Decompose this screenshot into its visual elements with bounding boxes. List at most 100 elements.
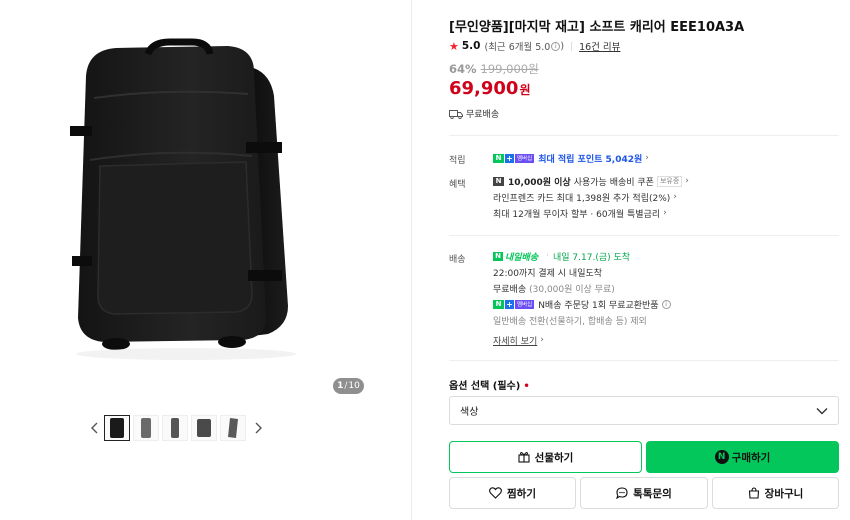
color-select[interactable]: 색상 bbox=[449, 396, 839, 425]
cart-button[interactable]: 장바구니 bbox=[712, 477, 839, 509]
thumb-next-button[interactable] bbox=[249, 414, 267, 442]
thumb-image bbox=[197, 419, 211, 437]
benefit-label: 혜택 bbox=[449, 180, 466, 190]
point-line[interactable]: N + 멤버십 최대 적립 포인트 5,042원 › bbox=[493, 150, 649, 166]
exchange-line: N + 멤버십 N배송 주문당 1회 무료교환반품 i bbox=[493, 296, 671, 312]
detail-link-line[interactable]: 자세히 보기 › bbox=[493, 332, 671, 348]
thumb-image bbox=[171, 418, 179, 438]
coupon-line[interactable]: N 10,000원 이상 사용가능 배송비 쿠폰 보유중 › bbox=[493, 173, 689, 189]
wish-button[interactable]: 찜하기 bbox=[449, 477, 576, 509]
general-line: 일반배송 전환(선물하기, 합배송 등) 제외 bbox=[493, 312, 671, 328]
thumb-image bbox=[228, 418, 238, 438]
thumbnail-3[interactable] bbox=[162, 415, 188, 441]
shipping-badge-text: 무료배송 bbox=[466, 110, 500, 120]
rating-row: ★ 5.0 (최근 6개월 5.0 i ) 16건 리뷰 bbox=[449, 39, 620, 54]
card-text: 라인프렌즈 카드 최대 1,398원 추가 적립(2%) bbox=[493, 193, 671, 204]
star-icon: ★ bbox=[449, 39, 459, 53]
chat-bubble-icon bbox=[616, 487, 628, 499]
chevron-down-icon bbox=[816, 407, 828, 414]
original-price: 199,000원 bbox=[480, 62, 539, 76]
delivery-content: N 내일배송 · 내일 7.17.(금) 도착 22:00까지 결제 시 내일도착… bbox=[493, 248, 671, 348]
coupon-owned-badge: 보유중 bbox=[656, 175, 683, 187]
required-mark: • bbox=[523, 381, 530, 392]
delivery-label: 배송 bbox=[449, 255, 466, 265]
rating-recent: (최근 6개월 5.0 bbox=[484, 42, 551, 53]
vertical-divider bbox=[411, 0, 412, 520]
point-content: N + 멤버십 최대 적립 포인트 5,042원 › bbox=[493, 150, 649, 166]
thumbnail-5[interactable] bbox=[220, 415, 246, 441]
thumbnail-2[interactable] bbox=[133, 415, 159, 441]
coupon-amount: 10,000원 이상 bbox=[508, 177, 571, 188]
tomorrow-delivery-text: 내일배송 bbox=[505, 252, 539, 263]
buy-button[interactable]: N 구매하기 bbox=[646, 441, 839, 473]
free-ship-text: 무료배송 bbox=[493, 284, 527, 295]
rating-recent-close: ) bbox=[560, 40, 565, 52]
talk-button[interactable]: 톡톡문의 bbox=[580, 477, 708, 509]
talk-button-label: 톡톡문의 bbox=[633, 487, 672, 500]
npay-icon: N bbox=[714, 450, 729, 464]
separator bbox=[571, 41, 573, 51]
delivery-arrival-line: N 내일배송 · 내일 7.17.(금) 도착 bbox=[493, 248, 671, 264]
price-row: 69,900 원 bbox=[449, 78, 531, 99]
npay-membership-icon: N + 멤버십 bbox=[493, 299, 535, 309]
divider bbox=[449, 135, 839, 136]
coupon-text: 사용가능 배송비 쿠폰 bbox=[573, 177, 654, 188]
point-text: 최대 적립 포인트 5,042원 bbox=[538, 154, 643, 165]
indicator-separator: / bbox=[344, 381, 348, 391]
backpack-image bbox=[70, 38, 296, 360]
wish-button-label: 찜하기 bbox=[507, 487, 536, 500]
price-unit: 원 bbox=[519, 83, 531, 97]
chevron-left-icon bbox=[91, 422, 98, 434]
chevron-right-icon: › bbox=[645, 153, 649, 163]
chevron-right-icon bbox=[255, 422, 262, 434]
chevron-right-icon: › bbox=[663, 208, 667, 218]
heart-icon bbox=[489, 487, 502, 499]
deadline-text: 22:00까지 결제 시 내일도착 bbox=[493, 268, 603, 279]
chevron-right-icon: › bbox=[673, 192, 677, 202]
detail-link[interactable]: 자세히 보기 bbox=[493, 334, 537, 347]
benefit-content: N 10,000원 이상 사용가능 배송비 쿠폰 보유중 › 라인프렌즈 카드 … bbox=[493, 173, 689, 221]
divider bbox=[449, 235, 839, 236]
review-count-link[interactable]: 16건 리뷰 bbox=[579, 39, 620, 53]
divider bbox=[449, 360, 839, 361]
tomorrow-delivery-logo: N 내일배송 bbox=[493, 250, 538, 263]
sale-price: 69,900 bbox=[449, 78, 519, 99]
indicator-total: 10 bbox=[348, 381, 360, 391]
thumb-image bbox=[141, 418, 151, 438]
thumb-prev-button[interactable] bbox=[86, 414, 104, 442]
cart-button-label: 장바구니 bbox=[764, 487, 804, 500]
shopping-bag-icon bbox=[748, 487, 759, 499]
info-icon[interactable]: i bbox=[551, 41, 561, 51]
free-ship-line: 무료배송 (30,000원 이상 무료) bbox=[493, 280, 671, 296]
exchange-text: N배송 주문당 1회 무료교환반품 bbox=[538, 300, 659, 311]
truck-icon bbox=[449, 109, 463, 119]
thumbnail-strip bbox=[86, 414, 267, 442]
npay-membership-icon: N + 멤버십 bbox=[493, 153, 535, 163]
free-ship-condition: (30,000원 이상 무료) bbox=[529, 284, 615, 295]
discount-percent: 64% bbox=[449, 62, 477, 76]
deadline-line: 22:00까지 결제 시 내일도착 bbox=[493, 264, 671, 280]
discount-row: 64% 199,000원 bbox=[449, 61, 539, 77]
main-product-image[interactable] bbox=[56, 36, 318, 368]
installment-line[interactable]: 최대 12개월 무이자 할부 · 60개월 특별금리 › bbox=[493, 205, 689, 221]
n-coupon-icon: N bbox=[493, 176, 504, 186]
indicator-current: 1 bbox=[337, 381, 344, 391]
card-line[interactable]: 라인프렌즈 카드 최대 1,398원 추가 적립(2%) › bbox=[493, 189, 689, 205]
point-label: 적립 bbox=[449, 156, 466, 166]
image-page-indicator: 1 / 10 bbox=[333, 378, 364, 394]
select-value: 색상 bbox=[460, 407, 479, 418]
product-title: [무인양품][마지막 재고] 소프트 캐리어 EEE10A3A bbox=[449, 20, 745, 35]
gift-button-label: 선물하기 bbox=[534, 451, 574, 464]
arrival-date: 내일 7.17.(금) 도착 bbox=[553, 252, 631, 263]
gift-icon bbox=[518, 452, 530, 463]
gift-button[interactable]: 선물하기 bbox=[449, 441, 642, 473]
option-label-text: 옵션 선택 (필수) bbox=[449, 381, 521, 392]
shipping-badge: 무료배송 bbox=[449, 107, 499, 120]
rating-score: 5.0 bbox=[461, 40, 481, 52]
thumbnail-1[interactable] bbox=[104, 415, 130, 441]
installment-text: 최대 12개월 무이자 할부 · 60개월 특별금리 bbox=[493, 209, 661, 220]
info-icon[interactable]: i bbox=[661, 299, 671, 309]
thumb-image bbox=[110, 418, 124, 438]
chevron-right-icon: › bbox=[540, 335, 544, 345]
thumbnail-4[interactable] bbox=[191, 415, 217, 441]
